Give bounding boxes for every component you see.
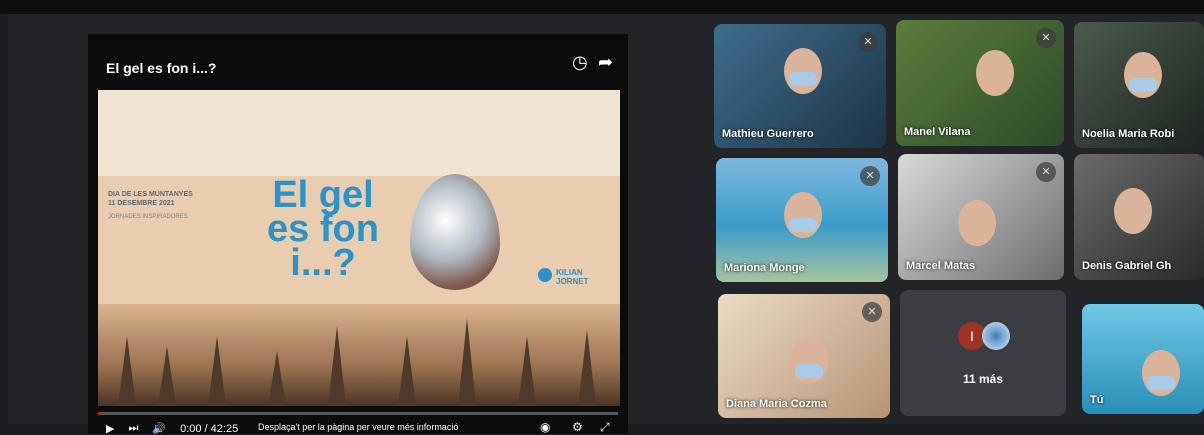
settings-icon[interactable]: ⚙ (572, 420, 583, 434)
slide-headline: El gel es fon i...? (267, 174, 379, 284)
forest-image (98, 304, 620, 406)
progress-bar[interactable] (98, 412, 618, 415)
more-participants-count: 11 más (962, 372, 1004, 386)
screen-bezel (0, 0, 1204, 14)
participant-name: Noelia Maria Robi (1082, 128, 1175, 140)
participant-name: Diana Maria Cozma (726, 398, 827, 410)
avatar (982, 322, 1010, 350)
youtube-player[interactable]: El gel es fon i...? ◷ ➦ DIA DE LES MUNTA… (88, 34, 628, 435)
mic-off-icon: ✕ (862, 302, 882, 322)
mic-off-icon: ✕ (1036, 162, 1056, 182)
self-name: Tú (1090, 394, 1104, 406)
exit-fullscreen-icon[interactable]: ⤢ (600, 420, 610, 435)
participant-name: Manel Vilana (904, 126, 971, 138)
video-title[interactable]: El gel es fon i...? (106, 60, 216, 76)
participant-tile[interactable]: ✕ Mariona Monge (716, 158, 888, 282)
participant-tile[interactable]: Denis Gabriel Gh (1074, 154, 1204, 280)
participant-name: Denis Gabriel Gh (1082, 260, 1172, 272)
mic-off-icon: ✕ (858, 32, 878, 52)
participant-tile[interactable]: ✕ Mathieu Guerrero (714, 24, 886, 148)
participant-tile[interactable]: ✕ Diana Maria Cozma (718, 294, 890, 418)
share-icon[interactable]: ➦ (598, 52, 613, 73)
participant-tile[interactable]: Noelia Maria Robi (1074, 22, 1204, 148)
meeting-screen: El gel es fon i...? ◷ ➦ DIA DE LES MUNTA… (8, 14, 1204, 435)
participant-name: Mathieu Guerrero (722, 128, 814, 140)
mic-off-icon: ✕ (1036, 28, 1056, 48)
participant-name: Mariona Monge (724, 262, 805, 274)
progress-fill (98, 412, 101, 415)
brand-logo-icon (538, 268, 552, 282)
participant-name: Marcel Matas (906, 260, 976, 272)
participant-tile[interactable]: ✕ Manel Vilana (896, 20, 1064, 146)
autoplay-toggle-icon[interactable]: ◉ (540, 420, 550, 434)
self-tile[interactable]: Tú (1082, 304, 1204, 414)
slide-side-subtext: JORNADES INSPIRADORES (108, 214, 188, 220)
more-participants-tile[interactable]: I 11 más (900, 290, 1066, 416)
brand-name: KILIAN JORNET (556, 268, 589, 286)
video-frame[interactable]: DIA DE LES MUNTANYES 11 DESEMBRE 2021 JO… (98, 90, 620, 406)
participant-tile[interactable]: ✕ Marcel Matas (898, 154, 1064, 280)
watch-later-icon[interactable]: ◷ (572, 52, 588, 73)
time-display: 0:00 / 42:25 (180, 422, 239, 435)
mic-off-icon: ✕ (860, 166, 880, 186)
slide-side-text: DIA DE LES MUNTANYES 11 DESEMBRE 2021 (108, 191, 193, 207)
